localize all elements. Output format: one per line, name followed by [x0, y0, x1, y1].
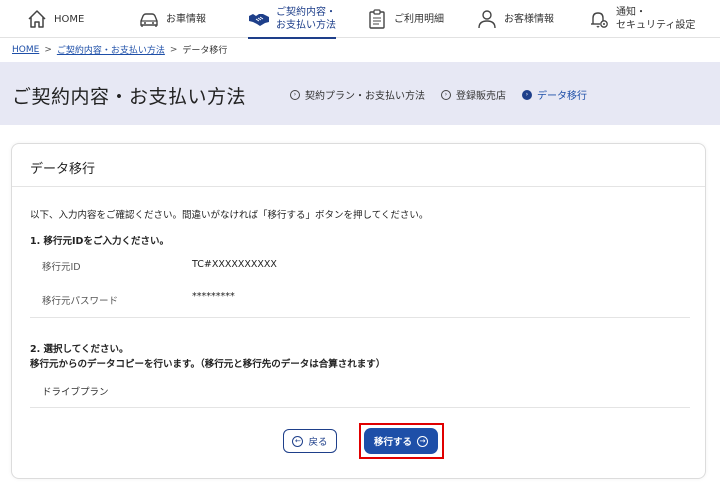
nav-usage-details-label: ご利用明細: [394, 13, 444, 25]
step-registered-dealer[interactable]: › 登録販売店: [441, 87, 506, 102]
nav-contract-payment[interactable]: ご契約内容・ お支払い方法: [248, 0, 336, 39]
section1-title: 1. 移行元IDをご入力ください。: [30, 236, 169, 247]
car-icon: [138, 8, 160, 30]
nav-home[interactable]: HOME: [26, 0, 84, 38]
nav-car-info-label: お車情報: [166, 13, 206, 25]
home-icon: [26, 8, 48, 30]
data-migration-card: データ移行 以下、入力内容をご確認ください。間違いがなければ「移行する」ボタンを…: [11, 143, 706, 479]
chevron-right-circle-icon: ›: [441, 89, 451, 100]
step-label: データ移行: [537, 91, 587, 102]
chevron-right-circle-icon: ›: [290, 89, 300, 100]
divider: [12, 186, 705, 187]
nav-customer-info-label: お客様情報: [504, 13, 554, 25]
step-data-migration[interactable]: › データ移行: [522, 87, 587, 102]
page-title: ご契約内容・お支払い方法: [12, 86, 247, 108]
source-password-label: 移行元パスワード: [42, 296, 119, 307]
step-contract-plan[interactable]: › 契約プラン・お支払い方法: [290, 87, 425, 102]
person-icon: [476, 8, 498, 30]
source-password-value: *********: [192, 291, 235, 302]
bell-gear-icon: [588, 8, 610, 30]
source-id-label: 移行元ID: [42, 262, 81, 273]
nav-contract-payment-label: ご契約内容・ お支払い方法: [276, 7, 336, 31]
breadcrumb-separator: >: [169, 44, 178, 55]
nav-car-info[interactable]: お車情報: [138, 0, 206, 38]
nav-customer-info[interactable]: お客様情報: [476, 0, 554, 38]
divider: [30, 317, 690, 318]
section2-description: 移行元からのデータコピーを行います。（移行元と移行先のデータは合算されます）: [30, 359, 386, 370]
breadcrumb-separator: >: [44, 44, 52, 55]
clipboard-icon: [366, 8, 388, 30]
back-button-label: 戻る: [308, 437, 328, 448]
card-title: データ移行: [30, 162, 96, 177]
migrate-button[interactable]: 移行する →: [364, 428, 438, 454]
chevron-right-circle-icon: ›: [522, 89, 532, 100]
step-label: 登録販売店: [456, 91, 506, 102]
migrate-button-label: 移行する: [373, 437, 412, 448]
source-id-value: TC#XXXXXXXXXX: [192, 259, 277, 270]
step-label: 契約プラン・お支払い方法: [305, 91, 425, 102]
nav-notification-security-label: 通知・ セキュリティ設定: [616, 7, 696, 31]
breadcrumb-current: データ移行: [182, 46, 228, 56]
arrow-left-icon: ←: [292, 435, 304, 447]
page-header-band: ご契約内容・お支払い方法 › 契約プラン・お支払い方法 › 登録販売店 › デー…: [0, 62, 720, 125]
arrow-right-icon: →: [417, 435, 428, 447]
section2-title: 2. 選択してください。: [30, 344, 129, 355]
nav-usage-details[interactable]: ご利用明細: [366, 0, 444, 38]
breadcrumb: HOME > ご契約内容・お支払い方法 > データ移行: [12, 43, 228, 57]
divider: [30, 407, 690, 408]
back-button[interactable]: ← 戻る: [283, 429, 337, 453]
breadcrumb-home-link[interactable]: HOME: [12, 45, 39, 55]
intro-text: 以下、入力内容をご確認ください。間違いがなければ「移行する」ボタンを押してくださ…: [30, 210, 429, 221]
breadcrumb-parent-link[interactable]: ご契約内容・お支払い方法: [57, 43, 165, 56]
selected-plan: ドライブプラン: [42, 387, 109, 398]
nav-home-label: HOME: [54, 13, 85, 25]
handshake-icon: [248, 8, 270, 30]
top-navigation: HOME お車情報 ご契約内容・ お支払い方法 ご利用明細 お客様情報 通知・ …: [0, 0, 720, 39]
step-indicator: › 契約プラン・お支払い方法 › 登録販売店 › データ移行: [290, 87, 603, 102]
nav-notification-security[interactable]: 通知・ セキュリティ設定: [588, 0, 695, 38]
